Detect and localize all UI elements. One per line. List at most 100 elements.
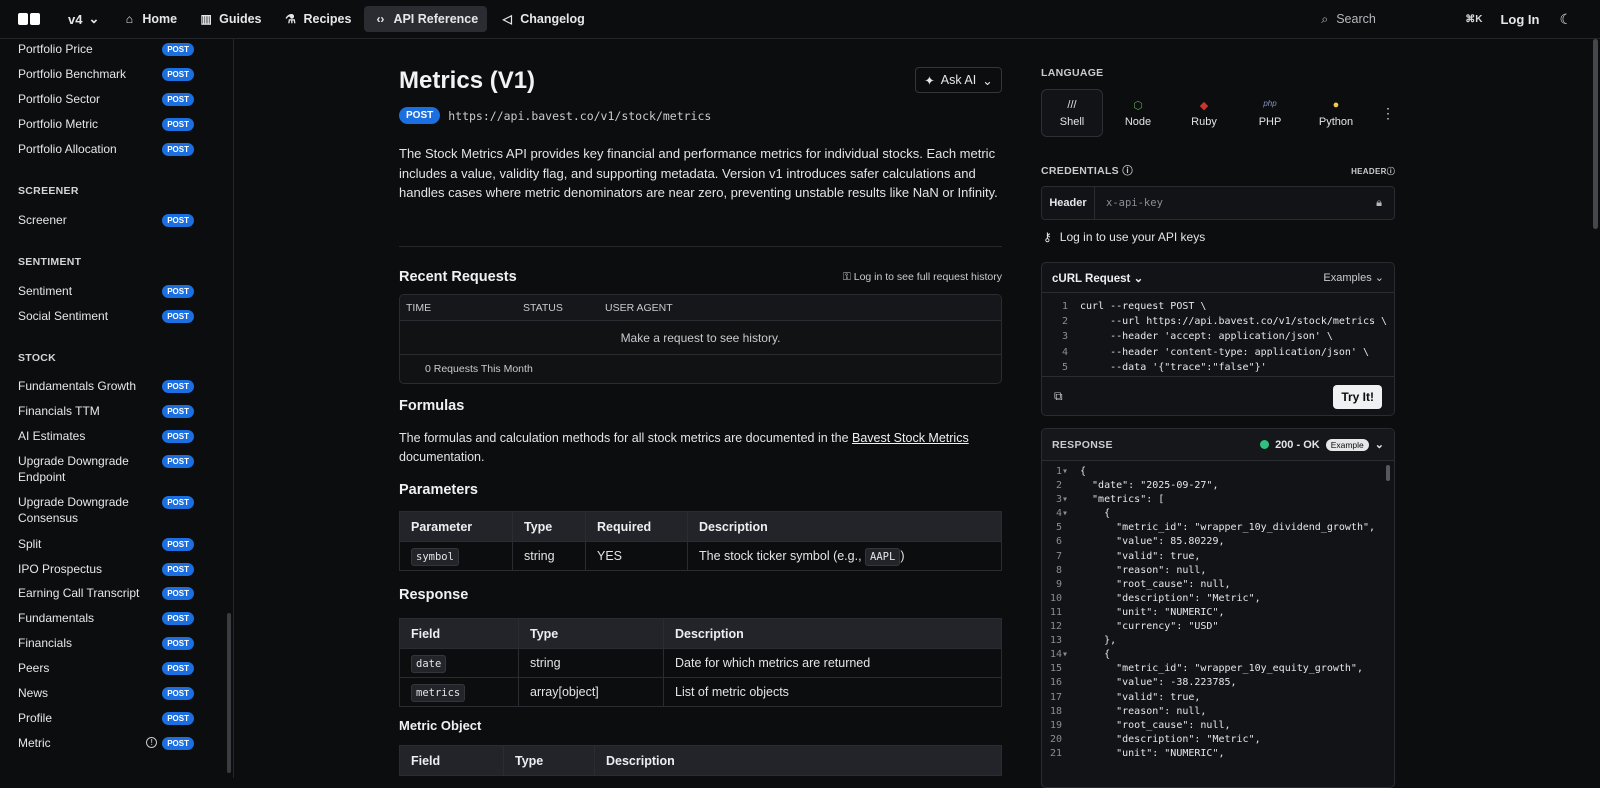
version-selector[interactable]: v4 ⌄ <box>68 11 99 27</box>
try-it-button[interactable]: Try It! <box>1333 384 1382 409</box>
sidebar-section-title: SCREENER <box>18 185 79 197</box>
more-languages-icon[interactable]: ⋮ <box>1381 105 1395 122</box>
sidebar-item[interactable]: Profile POST <box>18 710 194 726</box>
sidebar-item[interactable]: Upgrade Downgrade Consensus POST <box>18 494 194 526</box>
lang-python[interactable]: ● Python <box>1305 89 1367 137</box>
lang-node[interactable]: ⬡ Node <box>1107 89 1169 137</box>
sidebar-item[interactable]: Split POST <box>18 536 194 552</box>
top-bar: v4 ⌄ ⌂ Home ▥ Guides ⚗ Recipes ‹› API Refere… <box>0 0 1600 39</box>
sidebar-item[interactable]: Fundamentals Growth POST <box>18 378 194 394</box>
sidebar-item-label: Portfolio Benchmark <box>18 67 127 81</box>
status-selector[interactable]: 200 - OK Example ⌄ <box>1260 438 1384 451</box>
login-button[interactable]: Log In <box>1500 12 1539 27</box>
sidebar-item[interactable]: Screener POST <box>18 212 194 228</box>
sidebar-item[interactable]: Financials POST <box>18 635 194 651</box>
formulas-title: Formulas <box>399 398 465 414</box>
code-line: 8 "reason": null, <box>1042 564 1375 578</box>
col-parameter: Parameter <box>399 511 513 542</box>
bavest-metrics-link[interactable]: Bavest Stock Metrics <box>852 431 969 445</box>
info-icon[interactable]: ⓘ <box>1122 165 1133 177</box>
ask-ai-button[interactable]: ✦ Ask AI ⌄ <box>915 67 1002 93</box>
sidebar-item[interactable]: News POST <box>18 685 194 701</box>
response-title: Response <box>399 587 469 603</box>
sidebar-item[interactable]: Upgrade Downgrade Endpoint POST <box>18 453 194 485</box>
param-required: YES <box>585 541 688 571</box>
code-text: "unit": "NUMERIC", <box>1080 606 1225 618</box>
col-field: Field <box>399 618 519 649</box>
nav-changelog[interactable]: ◁ Changelog <box>491 6 594 32</box>
login-history-link[interactable]: ⚿ Log in to see full request history <box>843 271 1002 284</box>
sidebar-item-label: Social Sentiment <box>18 309 109 323</box>
shell-icon: /// <box>1067 98 1077 111</box>
lang-ruby[interactable]: ◆ Ruby <box>1173 89 1235 137</box>
code-line: 4▾ { <box>1042 507 1375 521</box>
post-badge: POST <box>162 538 194 551</box>
sidebar-item[interactable]: Portfolio Sector POST <box>18 91 194 107</box>
examples-label: Examples <box>1323 272 1372 284</box>
code-line: 3 --header 'accept: application/json' \ <box>1042 329 1387 344</box>
code-line: 15 "metric_id": "wrapper_10y_equity_grow… <box>1042 662 1375 676</box>
nav-changelog-label: Changelog <box>520 12 585 26</box>
status-dot-icon <box>1260 440 1270 449</box>
logo-icon[interactable] <box>18 11 42 27</box>
sidebar-scrollbar[interactable] <box>227 613 231 773</box>
response-code: 1▾{2 "date": "2025-09-27", 3▾ "metrics": … <box>1042 465 1375 761</box>
table-header-row: Parameter Type Required Description <box>399 511 1002 542</box>
sidebar-item[interactable]: Metric! POST <box>18 735 194 751</box>
lang-python-label: Python <box>1318 115 1354 128</box>
chevron-down-icon: ⌄ <box>1374 439 1384 451</box>
curl-title[interactable]: cURL Request ⌄ <box>1052 271 1143 285</box>
examples-dropdown[interactable]: Examples ⌄ <box>1323 271 1384 284</box>
sidebar-item[interactable]: Financials TTM POST <box>18 403 194 419</box>
response-scrollbar[interactable] <box>1386 465 1390 481</box>
recent-requests-table: TIME STATUS USER AGENT Make a request to… <box>399 294 1002 384</box>
sidebar-item[interactable]: Peers POST <box>18 660 194 676</box>
sidebar-item[interactable]: Social Sentiment POST <box>18 308 194 324</box>
code-line: 17 "valid": true, <box>1042 691 1375 705</box>
line-number: 20 <box>1049 733 1068 745</box>
post-badge: POST <box>162 637 194 650</box>
code-line: 2 "date": "2025-09-27", <box>1042 479 1375 493</box>
header-mode-label[interactable]: HEADERⓘ <box>1351 166 1395 177</box>
login-api-keys-label: Log in to use your API keys <box>1059 230 1206 244</box>
formulas-text: The formulas and calculation methods for… <box>399 429 1002 467</box>
line-number: 4▾ <box>1055 508 1068 520</box>
line-number: 1 <box>1061 301 1068 312</box>
nav-recipes[interactable]: ⚗ Recipes <box>274 6 360 32</box>
sidebar-item[interactable]: Portfolio Metric POST <box>18 116 194 132</box>
sidebar-item[interactable]: AI Estimates POST <box>18 428 194 444</box>
nav-home[interactable]: ⌂ Home <box>113 6 186 32</box>
param-name-cell: symbol <box>399 541 513 571</box>
endpoint-url: https://api.bavest.co/v1/stock/metrics <box>448 108 712 123</box>
code-line: 1 curl --request POST \ <box>1042 299 1387 314</box>
login-api-keys[interactable]: ⚷ Log in to use your API keys <box>1043 230 1205 244</box>
copy-icon[interactable]: ⧉ <box>1054 389 1063 404</box>
sidebar-item[interactable]: Sentiment POST <box>18 283 194 299</box>
search-button[interactable]: ⌕ Search <box>1321 12 1461 27</box>
sidebar-item[interactable]: Portfolio Allocation POST <box>18 141 194 157</box>
sidebar-section-title: SENTIMENT <box>18 256 82 268</box>
code-text: "root_cause": null, <box>1080 578 1231 590</box>
metric-object-table: Field Type Description <box>399 745 1002 776</box>
nav-api-reference[interactable]: ‹› API Reference <box>364 6 488 32</box>
sidebar-item[interactable]: IPO Prospectus POST <box>18 561 194 577</box>
code-line: 16 "value": -38.223785, <box>1042 676 1375 690</box>
sidebar-item[interactable]: Earning Call Transcript POST <box>18 585 194 601</box>
lang-shell[interactable]: /// Shell <box>1041 89 1103 137</box>
sidebar-item[interactable]: Fundamentals POST <box>18 610 194 626</box>
line-number: 17 <box>1049 691 1068 703</box>
code-line: 5 "metric_id": "wrapper_10y_dividend_gro… <box>1042 521 1375 535</box>
sidebar-item-label: Portfolio Sector <box>18 92 101 106</box>
sidebar-item[interactable]: Portfolio Benchmark POST <box>18 66 194 82</box>
code-text: "value": -38.223785, <box>1080 677 1237 689</box>
node-icon: ⬡ <box>1133 99 1143 112</box>
api-key-input[interactable]: x-api-key <box>1095 197 1376 209</box>
nav-guides[interactable]: ▥ Guides <box>190 6 270 32</box>
page-scrollbar[interactable] <box>1592 39 1600 778</box>
line-number: 16 <box>1049 677 1068 689</box>
theme-toggle-icon[interactable]: ☾ <box>1559 11 1572 28</box>
lang-php[interactable]: php PHP <box>1239 89 1301 137</box>
endpoint-row: POST https://api.bavest.co/v1/stock/metr… <box>399 107 711 124</box>
post-badge: POST <box>162 737 194 750</box>
sidebar-item[interactable]: Portfolio Price POST <box>18 41 194 57</box>
